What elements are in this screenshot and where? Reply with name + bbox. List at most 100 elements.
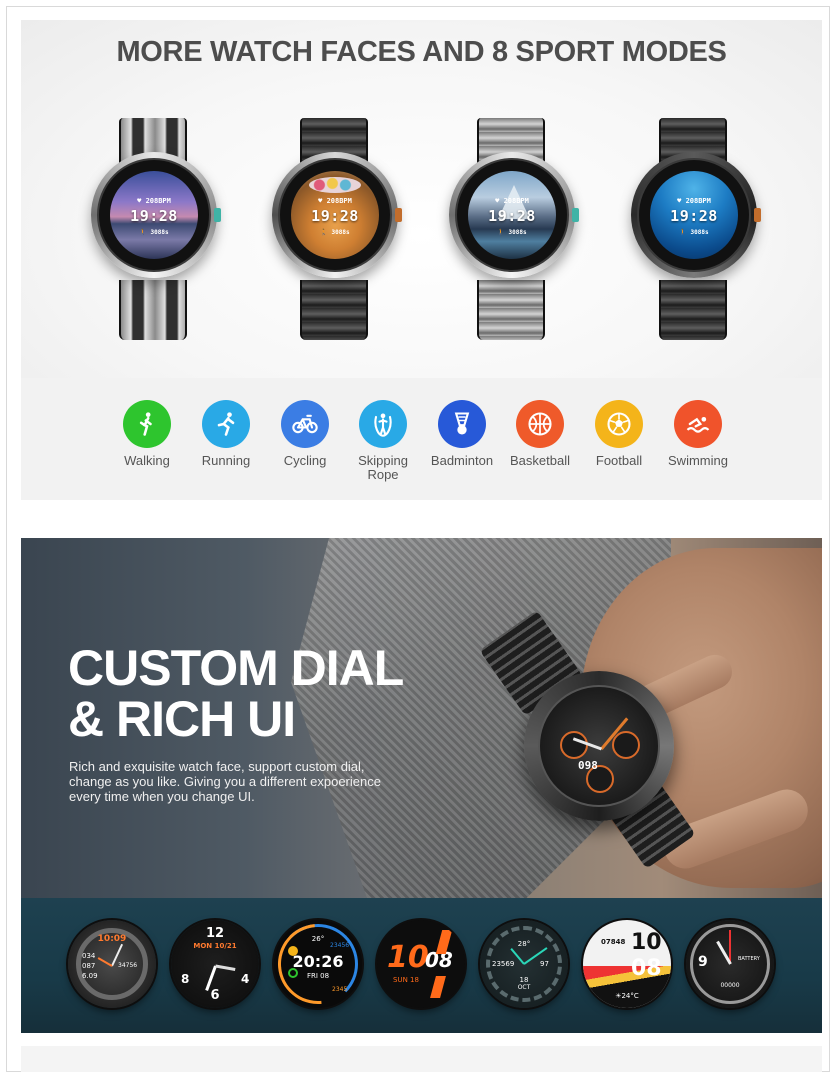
dial-number-4: 4 <box>241 972 250 986</box>
dial-date: SUN 18 <box>393 976 419 984</box>
walking-icon <box>123 400 171 448</box>
dial-number-9: 9 <box>698 954 708 970</box>
dial-value: 2345 <box>332 986 348 993</box>
dial-value: 6.09 <box>82 972 98 980</box>
custom-dial-banner: 098 CUSTOM DIAL & RICH UI Rich and exqui… <box>21 538 822 898</box>
watch-faces-section: MORE WATCH FACES AND 8 SPORT MODES ♥ 208… <box>21 20 822 500</box>
sport-mode-label: Walking <box>124 453 170 468</box>
subdial-left <box>560 731 588 759</box>
dial-steps: 07848 <box>601 938 626 946</box>
heart-rate-readout: ♥ 208BPM <box>137 197 171 205</box>
sport-mode-label: Swimming <box>668 453 728 468</box>
steps-readout: 🚶 3088s <box>497 229 527 236</box>
banner-description: Rich and exquisite watch face, support c… <box>69 759 381 804</box>
section-headline: MORE WATCH FACES AND 8 SPORT MODES <box>116 36 727 68</box>
watch-3: ♥ 208BPM 19:28 🚶 3088s <box>443 118 583 340</box>
watch-1: ♥ 208BPM 19:28 🚶 3088s <box>85 118 225 340</box>
sport-mode-football: Football <box>580 400 658 468</box>
steps-readout: 🚶 3088s <box>679 229 709 236</box>
heart-rate-readout: ♥ 208BPM <box>495 197 529 205</box>
watch-dial-strip: 10:09 034 087 6.09 34756 12 6 8 4 MON 10… <box>21 898 822 1033</box>
dial-5: 28° 23569 97 18 OCT <box>480 920 568 1008</box>
watch-band-bottom <box>119 280 187 340</box>
watch-bezel: ♥ 208BPM 19:28 🚶 3088s <box>455 158 569 272</box>
heart-rate-readout: ♥ 208BPM <box>677 197 711 205</box>
watch-dial: 098 <box>538 685 660 807</box>
basketball-icon <box>516 400 564 448</box>
dial-3: 26° 20:26 FRI 08 23456 2345 <box>274 920 362 1008</box>
dial-2: 12 6 8 4 MON 10/21 <box>171 920 259 1008</box>
dial-readout: 098 <box>578 759 598 772</box>
page-footer-area <box>21 1046 822 1072</box>
dial-subvalue: 00000 <box>720 982 740 989</box>
dial-hour: 10 <box>387 940 429 975</box>
watch-crown <box>754 208 761 222</box>
watch-case: ♥ 208BPM 19:28 🚶 3088s <box>91 152 221 278</box>
watch-bezel: ♥ 208BPM 19:28 🚶 3088s <box>637 158 751 272</box>
watch-band-bottom <box>477 280 545 340</box>
watch-band-bottom <box>659 280 727 340</box>
sport-mode-label: Skipping Rope <box>358 453 408 482</box>
dial-time: 10:09 <box>97 934 127 944</box>
heart-rate-readout: ♥ 208BPM <box>318 197 352 205</box>
dial-6: 07848 10 08 ☀24°C <box>583 920 671 1008</box>
dial-number-8: 8 <box>181 972 190 986</box>
sun-icon <box>288 946 298 956</box>
watch-crown <box>572 208 579 222</box>
dial-1: 10:09 034 087 6.09 34756 <box>68 920 156 1008</box>
watch-screen: ♥ 208BPM 19:28 🚶 3088s <box>468 171 556 259</box>
sport-modes-row: Walking Running Cycling Skipping Rope Ba… <box>21 400 822 500</box>
banner-title: CUSTOM DIAL & RICH UI <box>68 640 404 747</box>
sport-mode-label: Badminton <box>430 453 494 468</box>
watch-showcase: MORE WATCH FACES AND 8 SPORT MODES ♥ 208… <box>21 20 822 378</box>
time-readout: 19:28 <box>130 207 178 225</box>
watch-bezel: ♥ 208BPM 19:28 🚶 3088s <box>97 158 211 272</box>
steps-readout: 🚶 3088s <box>320 229 350 236</box>
dial-value: 034 <box>82 952 96 960</box>
dial-accent <box>430 976 446 998</box>
watch-band-bottom <box>300 280 368 340</box>
dial-temp: 28° <box>517 940 531 948</box>
time-readout: 19:28 <box>488 207 536 225</box>
watch-4: ♥ 208BPM 19:28 🚶 3088s <box>625 118 765 340</box>
badminton-icon <box>438 400 486 448</box>
watch-crown <box>395 208 402 222</box>
steps-icon <box>288 968 298 978</box>
banner-title-line-2: & RICH UI <box>68 691 296 747</box>
sport-mode-cycling: Cycling <box>266 400 344 468</box>
sport-mode-running: Running <box>187 400 265 468</box>
watch-2: ♥ 208BPM 19:28 🚶 3088s <box>266 118 406 340</box>
sport-mode-swimming: Swimming <box>659 400 737 468</box>
dial-value: 97 <box>540 960 549 968</box>
swimming-icon <box>674 400 722 448</box>
watch-screen: ♥ 208BPM 19:28 🚶 3088s <box>650 171 738 259</box>
dial-battery-label: BATTERY <box>738 956 760 962</box>
watch-bezel: ♥ 208BPM 19:28 🚶 3088s <box>278 158 392 272</box>
dial-value: 087 <box>82 962 96 970</box>
dial-day: 18 <box>519 976 529 984</box>
dial-extra: 34756 <box>118 962 138 969</box>
watch-case: ♥ 208BPM 19:28 🚶 3088s <box>449 152 579 278</box>
football-icon <box>595 400 643 448</box>
sport-mode-label: Football <box>595 453 643 468</box>
dial-4: 10 08 SUN 18 <box>377 920 465 1008</box>
dial-number-6: 6 <box>210 988 220 1003</box>
watch-crown <box>214 208 221 222</box>
watch-case: ♥ 208BPM 19:28 🚶 3088s <box>272 152 402 278</box>
sport-mode-label: Basketball <box>510 453 570 468</box>
watch-screen: ♥ 208BPM 19:28 🚶 3088s <box>110 171 198 259</box>
dial-temp: ☀24°C <box>615 992 639 1000</box>
time-readout: 19:28 <box>311 207 359 225</box>
dial-date: MON 10/21 <box>193 942 237 950</box>
running-icon <box>202 400 250 448</box>
dial-7: 9 BATTERY 00000 <box>686 920 774 1008</box>
steps-readout: 🚶 3088s <box>139 229 169 236</box>
watch-case: ♥ 208BPM 19:28 🚶 3088s <box>631 152 761 278</box>
dial-hand <box>215 964 236 971</box>
sport-mode-label: Cycling <box>283 453 327 468</box>
banner-title-line-1: CUSTOM DIAL <box>68 640 404 696</box>
time-readout: 19:28 <box>670 207 718 225</box>
dial-value: 23569 <box>492 960 515 968</box>
sport-mode-skipping-rope: Skipping Rope <box>344 400 422 482</box>
sport-mode-badminton: Badminton <box>423 400 501 468</box>
